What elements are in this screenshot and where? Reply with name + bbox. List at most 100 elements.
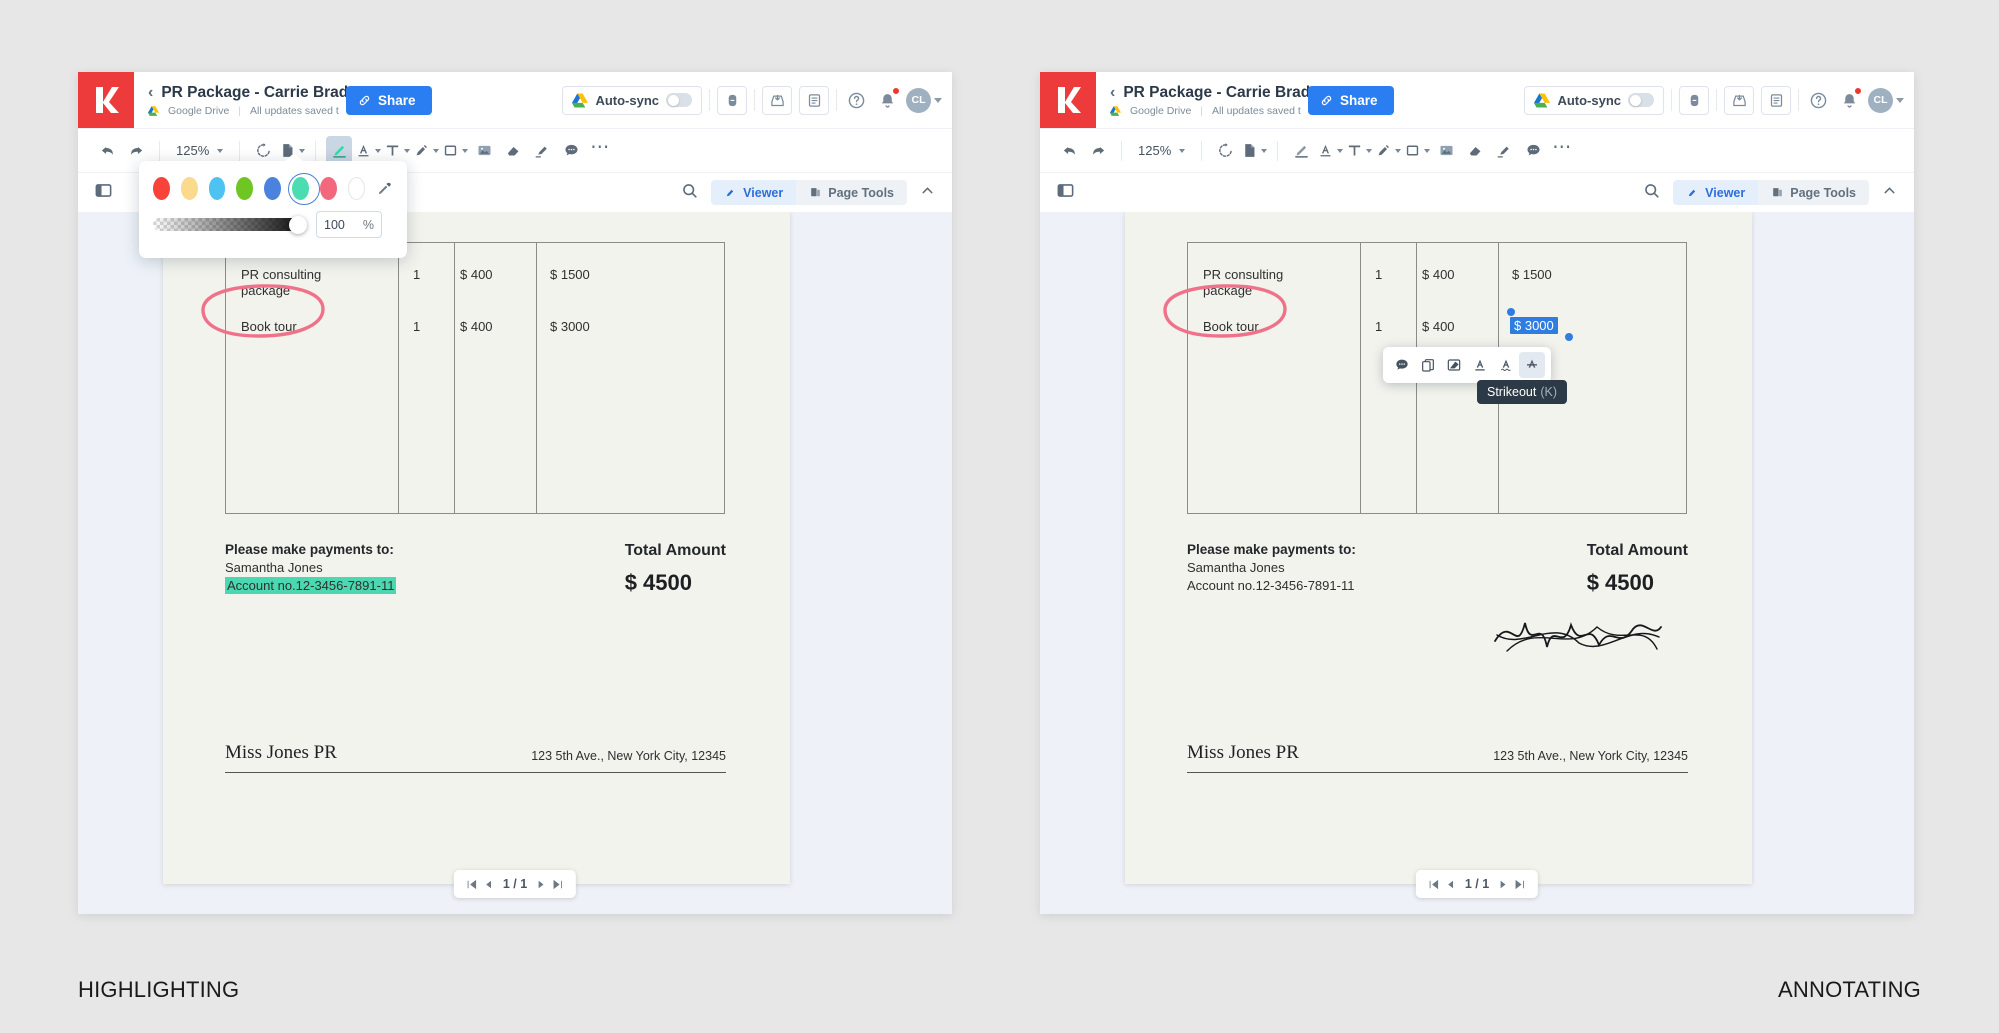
inbox-download-button[interactable] (762, 85, 792, 115)
user-menu[interactable]: CL (1868, 87, 1904, 113)
logo-glyph-icon (96, 87, 119, 113)
slider-knob[interactable] (289, 215, 307, 234)
split-view-button[interactable] (1679, 85, 1709, 115)
split-view-button[interactable] (717, 85, 747, 115)
tab-page-tools[interactable]: Page Tools (796, 180, 907, 205)
inbox-file-button[interactable] (799, 85, 829, 115)
help-button[interactable] (1806, 92, 1830, 109)
collapse-toolbar-button[interactable] (1881, 182, 1898, 204)
pen-button[interactable] (1375, 136, 1402, 166)
chevron-down-icon (217, 148, 224, 153)
payment-account: Account no.12-3456-7891-11 (225, 577, 397, 594)
collapse-toolbar-button[interactable] (919, 182, 936, 204)
document-canvas-left[interactable]: PR consulting package 1 $ 400 $ 1500 Book… (78, 212, 952, 914)
pen-button[interactable] (413, 136, 440, 166)
inbox-file-button[interactable] (1761, 85, 1791, 115)
highlighted-text: Account no.12-3456-7891-11 (225, 577, 397, 594)
notifications-button[interactable] (1837, 86, 1862, 109)
next-page-icon[interactable] (1497, 878, 1510, 891)
share-button[interactable]: Share (346, 86, 432, 115)
color-swatch-mint[interactable] (287, 172, 320, 205)
signature-button[interactable] (1491, 136, 1517, 166)
eyedropper-button[interactable] (376, 178, 393, 199)
first-page-icon[interactable] (465, 878, 478, 891)
opacity-input[interactable]: 100 % (316, 211, 382, 238)
signature-button[interactable] (529, 136, 555, 166)
last-page-icon[interactable] (1514, 878, 1527, 891)
color-swatch-blue[interactable] (264, 177, 282, 200)
search-button[interactable] (1642, 181, 1661, 205)
comment-button[interactable] (1520, 136, 1546, 166)
tab-viewer[interactable]: Viewer (1673, 180, 1759, 205)
notifications-button[interactable] (875, 86, 900, 109)
image-icon (478, 145, 491, 156)
sidebar-toggle[interactable] (1056, 181, 1075, 205)
auto-sync-toggle[interactable]: Auto-sync (562, 85, 702, 115)
highlighter-button[interactable] (1288, 136, 1314, 166)
share-button[interactable]: Share (1308, 86, 1394, 115)
eraser-button[interactable] (1462, 136, 1488, 166)
color-swatch-green[interactable] (236, 177, 254, 200)
back-chevron-icon[interactable]: ‹ (148, 84, 153, 101)
eraser-button[interactable] (500, 136, 526, 166)
app-logo[interactable] (78, 72, 134, 128)
prev-page-icon[interactable] (1444, 878, 1457, 891)
next-page-icon[interactable] (535, 878, 548, 891)
undo-button[interactable] (1056, 136, 1082, 166)
divider (315, 140, 317, 161)
color-picker-popup[interactable]: 100 % (139, 153, 407, 258)
auto-sync-switch[interactable] (1628, 93, 1654, 107)
help-button[interactable] (844, 92, 868, 109)
prev-page-icon[interactable] (482, 878, 495, 891)
auto-sync-switch[interactable] (666, 93, 692, 107)
inbox-download-button[interactable] (1724, 85, 1754, 115)
opacity-slider[interactable] (153, 215, 307, 234)
shape-button[interactable] (442, 136, 469, 166)
panel-icon (95, 183, 112, 197)
user-menu[interactable]: CL (906, 87, 942, 113)
zoom-select[interactable]: 125% (1132, 136, 1191, 166)
redo-button[interactable] (1085, 136, 1111, 166)
color-swatch-white[interactable] (347, 177, 366, 200)
chevron-down-icon (299, 148, 306, 153)
image-button[interactable] (1433, 136, 1459, 166)
text-box-button[interactable] (1346, 136, 1373, 166)
auto-sync-toggle[interactable]: Auto-sync (1524, 85, 1664, 115)
search-button[interactable] (680, 181, 699, 205)
squiggly-button[interactable] (1493, 352, 1519, 378)
rotate-button[interactable] (1212, 136, 1238, 166)
back-chevron-icon[interactable]: ‹ (1110, 84, 1115, 101)
comment-button[interactable] (558, 136, 584, 166)
strikeout-button[interactable] (1519, 352, 1545, 378)
comparison-stage: ‹ PR Package - Carrie Brad. Google Drive… (0, 0, 1999, 1033)
underline-button[interactable] (1467, 352, 1493, 378)
tab-page-tools[interactable]: Page Tools (1758, 180, 1869, 205)
first-page-icon[interactable] (1427, 878, 1440, 891)
search-icon (683, 183, 697, 198)
opacity-value: 100 (324, 217, 345, 232)
more-tools-button[interactable]: ⋯ (587, 136, 613, 166)
document-canvas-right[interactable]: PR consulting package 1 $ 400 $ 1500 Book… (1040, 212, 1914, 914)
zoom-level: 125% (176, 143, 210, 158)
undo-icon (1063, 146, 1075, 155)
shape-button[interactable] (1404, 136, 1431, 166)
color-swatch-sky[interactable] (208, 177, 226, 200)
color-swatch-red[interactable] (153, 177, 170, 200)
comment-button[interactable] (1389, 352, 1415, 378)
color-swatch-pink[interactable] (319, 177, 337, 200)
chevron-up-icon (1884, 186, 1895, 193)
strikeout-icon (1527, 359, 1537, 368)
highlight-button[interactable] (1441, 352, 1467, 378)
page-button[interactable] (1241, 136, 1268, 166)
tab-viewer[interactable]: Viewer (711, 180, 797, 205)
copy-button[interactable] (1415, 352, 1441, 378)
color-swatch-yellow[interactable] (180, 177, 198, 200)
payment-account: Account no.12-3456-7891-11 (1187, 578, 1355, 593)
last-page-icon[interactable] (552, 878, 565, 891)
app-logo[interactable] (1040, 72, 1096, 128)
more-tools-button[interactable]: ⋯ (1549, 136, 1575, 166)
text-color-button[interactable] (1317, 136, 1344, 166)
sidebar-toggle[interactable] (94, 181, 113, 205)
image-button[interactable] (471, 136, 497, 166)
undo-button[interactable] (94, 136, 120, 166)
